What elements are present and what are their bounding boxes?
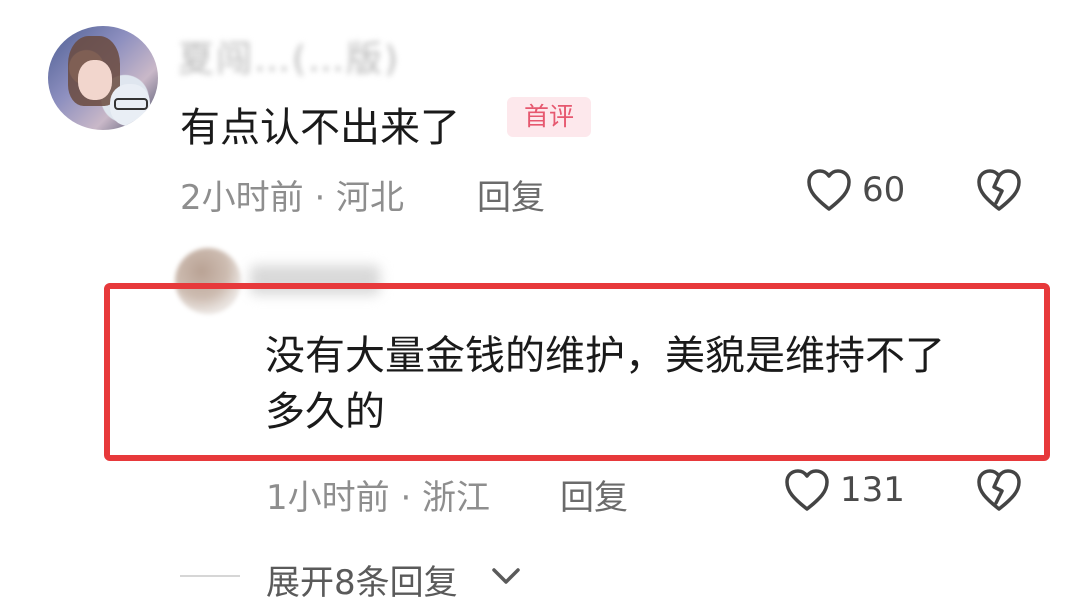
chevron-down-icon[interactable] (490, 563, 522, 589)
reply-button[interactable]: 回复 (560, 470, 628, 519)
comment-text: 没有大量金钱的维护，美貌是维持不了 多久的 (265, 328, 1045, 440)
expand-replies-label: 展开8条回复 (266, 563, 458, 603)
reply-button[interactable]: 回复 (477, 170, 545, 219)
heart-outline-icon[interactable] (805, 167, 853, 213)
comment-line: 多久的 (265, 389, 385, 435)
broken-heart-icon[interactable] (975, 467, 1023, 513)
username[interactable]: 夏闯…(…版) (178, 30, 400, 82)
comment-line: 没有大量金钱的维护，美貌是维持不了 (265, 333, 945, 379)
expand-replies-button[interactable]: 展开8条回复 (266, 555, 458, 604)
comment-time-location: 2小时前 · 河北 (180, 178, 405, 218)
heart-outline-icon[interactable] (783, 467, 831, 513)
divider (180, 575, 240, 577)
like-count: 131 (840, 470, 905, 510)
first-comment-badge: 首评 (507, 97, 591, 137)
comment-time-location: 1小时前 · 浙江 (266, 478, 491, 518)
broken-heart-icon[interactable] (975, 167, 1023, 213)
avatar[interactable] (48, 26, 158, 130)
like-count: 60 (862, 170, 906, 210)
comment-text: 有点认不出来了 (180, 105, 460, 151)
